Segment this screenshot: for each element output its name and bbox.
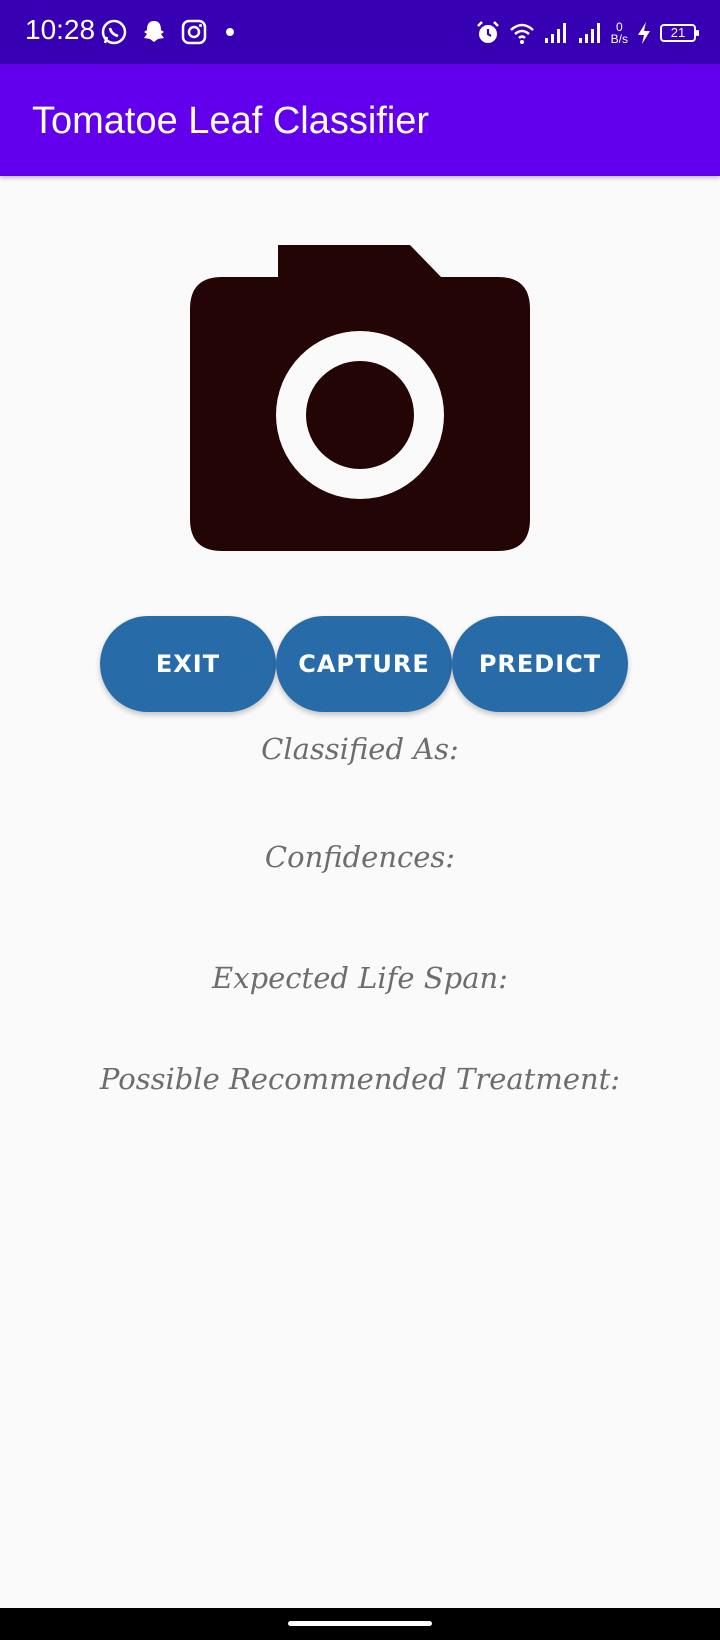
confidences-label: Confidences: (264, 840, 456, 874)
battery-icon: 21 (660, 24, 699, 42)
exit-button[interactable]: EXIT (100, 616, 276, 712)
network-speed: 0 B/s (611, 21, 628, 45)
expected-life-span-label: Expected Life Span: (212, 961, 508, 995)
battery-level: 21 (670, 25, 686, 40)
system-icons: 0 B/s 21 (475, 16, 699, 50)
predict-button[interactable]: PREDICT (452, 616, 628, 712)
network-speed-unit: B/s (610, 32, 628, 46)
camera-lens (306, 361, 414, 469)
dot-icon (226, 28, 234, 36)
alarm-icon (476, 21, 499, 43)
navigation-bar (0, 1608, 720, 1640)
status-bar: 10:28 0 B/s 21 (0, 0, 720, 64)
snapchat-icon (144, 21, 164, 42)
whatsapp-icon (101, 19, 127, 45)
instagram-icon (181, 19, 207, 45)
app-title: Tomatoe Leaf Classifier (32, 100, 430, 142)
charging-icon (638, 22, 650, 44)
classified-as-label: Classified As: (261, 732, 459, 766)
action-buttons: EXIT CAPTURE PREDICT (100, 616, 628, 712)
home-gesture-handle[interactable] (288, 1621, 432, 1626)
notification-icons (100, 16, 240, 48)
app-bar: Tomatoe Leaf Classifier (0, 64, 720, 176)
recommended-treatment-label: Possible Recommended Treatment: (99, 1062, 621, 1096)
signal-icon (544, 23, 566, 43)
camera-icon (190, 245, 530, 551)
signal-icon (578, 23, 600, 43)
capture-button[interactable]: CAPTURE (276, 616, 452, 712)
status-time: 10:28 (25, 14, 96, 45)
wifi-icon (509, 23, 534, 44)
